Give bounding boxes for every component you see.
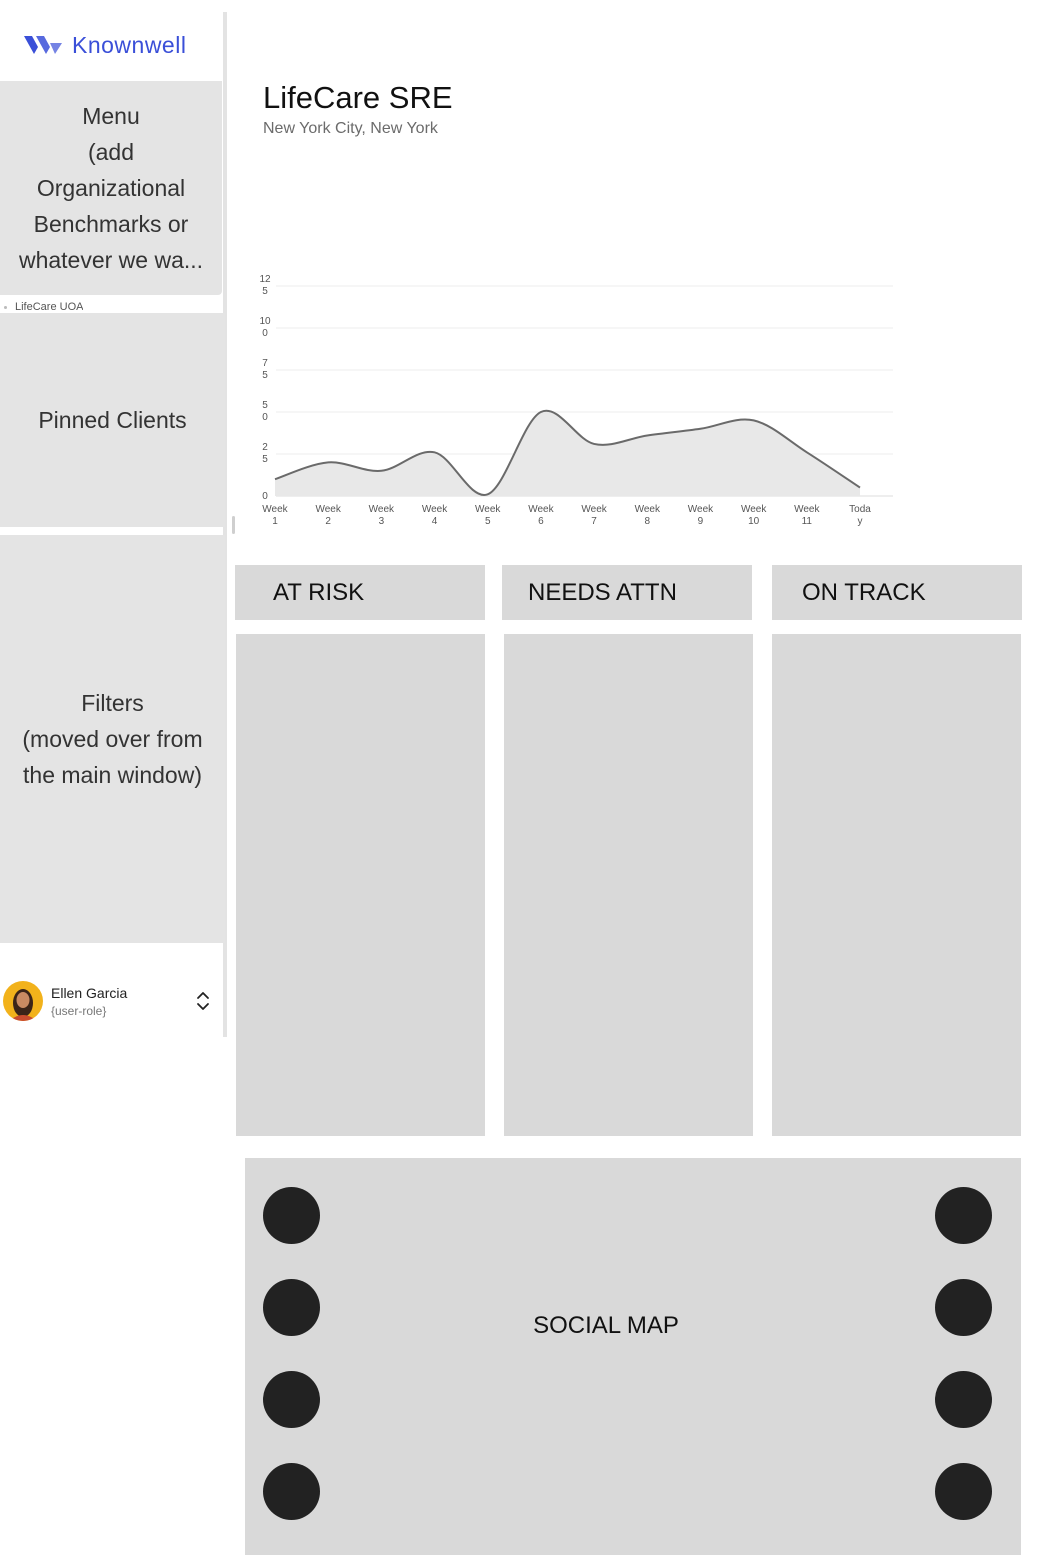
brand-logo[interactable]: Knownwell — [22, 28, 186, 62]
chevron-up-down-icon[interactable] — [193, 990, 213, 1012]
social-node[interactable] — [263, 1279, 320, 1336]
column-label: AT RISK — [273, 578, 365, 606]
menu-line: Benchmarks or — [33, 211, 189, 237]
bullet-icon — [4, 306, 7, 309]
user-name: Ellen Garcia — [51, 985, 128, 1001]
column-header-at-risk[interactable]: AT RISK — [235, 565, 485, 620]
x-tick-label: Week 3 — [369, 504, 395, 527]
social-node[interactable] — [263, 1371, 320, 1428]
page-subtitle: New York City, New York — [263, 120, 438, 137]
page-title: LifeCare SRE — [263, 80, 453, 115]
y-tick-label: 75 — [262, 358, 268, 381]
x-tick-label: Week 10 — [741, 504, 767, 527]
menu-line: Menu — [82, 103, 140, 129]
pinned-clients-panel[interactable]: Pinned Clients — [0, 313, 225, 527]
x-tick-label: Week 4 — [422, 504, 448, 527]
menu-line: (add — [87, 139, 135, 165]
filters-line: Filters — [81, 690, 144, 716]
x-tick-label: Toda y — [849, 504, 871, 527]
x-tick-label: Week 9 — [688, 504, 714, 527]
menu-line: Organizational — [36, 175, 186, 201]
y-tick-label: 50 — [262, 400, 268, 423]
sidebar-item-lifecare-uoa[interactable]: LifeCare UOA — [15, 301, 83, 312]
social-map-panel[interactable]: SOCIAL MAP — [245, 1158, 1021, 1555]
social-node[interactable] — [935, 1279, 992, 1336]
social-map-label: SOCIAL MAP — [533, 1312, 679, 1339]
column-body-needs-attn[interactable] — [504, 634, 753, 1136]
filters-line: (moved over from — [22, 726, 203, 752]
y-tick-label: 10 0 — [259, 316, 271, 339]
x-tick-label: Week 6 — [528, 504, 554, 527]
x-tick-label: Week 8 — [635, 504, 661, 527]
x-tick-label: Week 5 — [475, 504, 501, 527]
social-node[interactable] — [935, 1187, 992, 1244]
avatar[interactable] — [3, 981, 43, 1021]
y-tick-label: 0 — [262, 491, 268, 502]
filters-line: the main window) — [23, 762, 202, 788]
menu-line: whatever we wa... — [18, 247, 204, 273]
column-label: NEEDS ATTN — [528, 578, 677, 606]
social-node[interactable] — [935, 1371, 992, 1428]
column-label: ON TRACK — [802, 578, 926, 606]
social-node[interactable] — [935, 1463, 992, 1520]
filters-panel[interactable]: Filters (moved over from the main window… — [0, 535, 225, 943]
sidebar-resize-handle[interactable] — [232, 516, 235, 534]
y-tick-label: 12 5 — [259, 274, 271, 297]
knownwell-logo-icon — [24, 36, 62, 54]
x-tick-label: Week 7 — [581, 504, 607, 527]
column-body-on-track[interactable] — [772, 634, 1021, 1136]
x-tick-label: Week 2 — [315, 504, 341, 527]
column-body-at-risk[interactable] — [236, 634, 485, 1136]
y-tick-label: 25 — [262, 442, 268, 465]
pinned-clients-label: Pinned Clients — [38, 406, 187, 433]
social-node[interactable] — [263, 1463, 320, 1520]
social-node[interactable] — [263, 1187, 320, 1244]
trend-chart: 0 2 5 5 0 7 5 10 0 12 5 Week 1 Week 2 Week 3 Week 4 Week 5 We… — [259, 274, 893, 527]
x-tick-label: Week 1 — [262, 504, 288, 527]
column-header-on-track[interactable]: ON TRACK — [772, 565, 1022, 620]
column-header-needs-attn[interactable]: NEEDS ATTN — [502, 565, 752, 620]
x-tick-label: Week 11 — [794, 504, 820, 527]
user-role: {user-role} — [51, 1004, 107, 1018]
brand-name: Knownwell — [72, 31, 187, 58]
menu-panel[interactable]: Menu (add Organizational Benchmarks or w… — [0, 81, 222, 295]
